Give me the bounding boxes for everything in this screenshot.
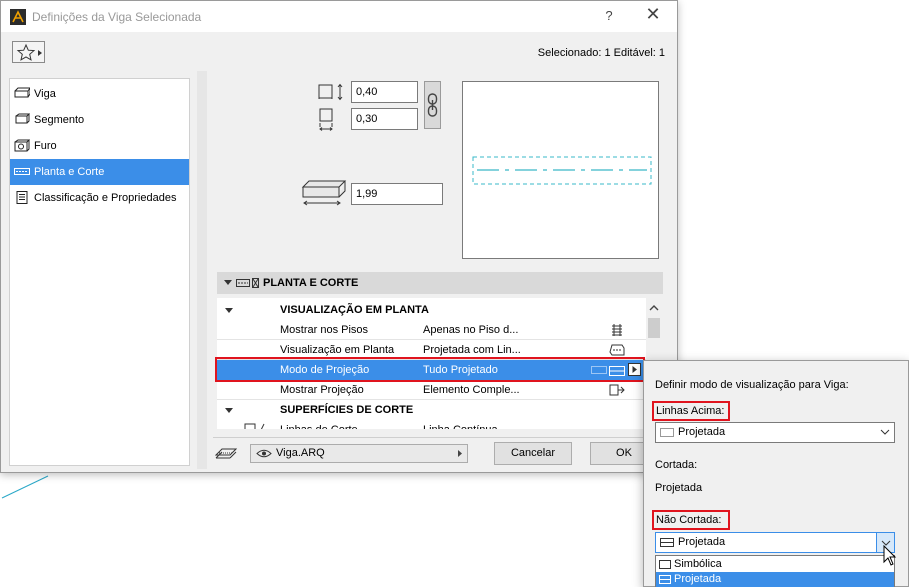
floor-plan-display-icon bbox=[609, 344, 625, 356]
nao-cortada-value: Projetada bbox=[678, 536, 726, 548]
projection-mode-popover: Definir modo de visualização para Viga: … bbox=[643, 360, 909, 587]
archicad-app-icon bbox=[10, 9, 26, 25]
nav-item-label: Classificação e Propriedades bbox=[34, 192, 177, 204]
mouse-cursor-icon bbox=[883, 545, 897, 566]
popover-title: Definir modo de visualização para Viga: bbox=[655, 379, 849, 391]
nav-item-viga[interactable]: Viga bbox=[10, 81, 189, 107]
group-superficies-de-corte[interactable]: SUPERFÍCIES DE CORTE bbox=[217, 400, 646, 420]
preview-drawing bbox=[472, 156, 652, 185]
symbolic-icon bbox=[659, 560, 671, 569]
linhas-acima-value: Projetada bbox=[678, 426, 726, 438]
nao-cortada-options-list: Simbólica Projetada bbox=[655, 555, 895, 587]
beam-height-input[interactable]: 0,40 bbox=[351, 81, 418, 103]
nav-item-planta-e-corte[interactable]: Planta e Corte bbox=[10, 159, 189, 185]
linhas-acima-select[interactable]: Projetada bbox=[655, 422, 895, 443]
selection-info: Selecionado: 1 Editável: 1 bbox=[537, 47, 665, 59]
dialog-title: Definições da Viga Selecionada bbox=[32, 10, 202, 24]
nao-cortada-label: Não Cortada: bbox=[656, 514, 722, 526]
option-simbolica[interactable]: Simbólica bbox=[656, 557, 894, 572]
projection-solid-icon bbox=[659, 575, 671, 584]
property-value: Elemento Comple... bbox=[423, 384, 520, 396]
beam-width-input[interactable]: 0,30 bbox=[351, 108, 418, 130]
nao-cortada-select[interactable]: Projetada bbox=[655, 532, 895, 553]
layers-icon bbox=[215, 448, 237, 459]
option-label: Projetada bbox=[674, 573, 722, 585]
beam-offset-input[interactable]: 1,99 bbox=[351, 183, 443, 205]
property-name: Mostrar Projeção bbox=[280, 384, 364, 396]
projection-dotted-icon bbox=[660, 428, 674, 437]
nav-item-segmento[interactable]: Segmento bbox=[10, 107, 189, 133]
cut-lines-icon bbox=[244, 423, 265, 429]
view-definition-select[interactable]: Viga.ARQ bbox=[250, 444, 468, 463]
view-definition-value: Viga.ARQ bbox=[276, 447, 325, 459]
footer-separator bbox=[213, 437, 665, 438]
settings-tree-panel: Viga Segmento Furo Planta e Corte Classi… bbox=[9, 78, 190, 466]
nav-item-label: Furo bbox=[34, 140, 57, 152]
property-name: Mostrar nos Pisos bbox=[280, 324, 369, 336]
document-icon bbox=[16, 191, 28, 204]
scroll-thumb[interactable] bbox=[648, 318, 660, 338]
cancel-button[interactable]: Cancelar bbox=[494, 442, 572, 465]
property-row[interactable]: Mostrar Projeção Elemento Comple... bbox=[217, 380, 646, 400]
favorites-button[interactable] bbox=[12, 41, 45, 63]
nav-item-furo[interactable]: Furo bbox=[10, 133, 189, 159]
cortada-label: Cortada: bbox=[655, 459, 698, 471]
show-on-stories-icon bbox=[612, 324, 622, 336]
chevron-right-icon bbox=[458, 450, 462, 457]
projection-solid-icon bbox=[660, 538, 674, 547]
section-header-label: PLANTA E CORTE bbox=[263, 277, 359, 289]
beam-offset-icon bbox=[301, 180, 347, 206]
highlight-projection-mode bbox=[215, 357, 645, 382]
property-value: Apenas no Piso d... bbox=[423, 324, 519, 336]
show-projection-icon bbox=[609, 384, 625, 396]
segment-icon bbox=[15, 113, 30, 124]
nav-item-label: Viga bbox=[34, 88, 56, 100]
group-label: SUPERFÍCIES DE CORTE bbox=[280, 404, 414, 416]
nav-item-label: Planta e Corte bbox=[34, 166, 105, 178]
beam-preview bbox=[462, 81, 659, 259]
scroll-up-icon[interactable] bbox=[649, 304, 659, 312]
link-dimensions-button[interactable] bbox=[424, 81, 441, 129]
title-bar: Definições da Viga Selecionada ? ✕ bbox=[1, 1, 677, 32]
property-row-partial[interactable]: Linhas de Corte Linha Contínua bbox=[217, 420, 646, 429]
chevron-down-icon bbox=[880, 429, 890, 435]
beam-width-icon bbox=[319, 108, 333, 131]
star-icon bbox=[16, 43, 42, 61]
cortada-value: Projetada bbox=[655, 482, 703, 494]
nav-item-label: Segmento bbox=[34, 114, 85, 126]
panel-splitter[interactable] bbox=[197, 71, 207, 469]
floor-plan-section-icon bbox=[14, 168, 30, 175]
collapse-triangle-icon bbox=[225, 408, 233, 413]
property-name: Linhas de Corte bbox=[280, 420, 358, 429]
beam-height-icon bbox=[318, 83, 343, 101]
beam-settings-dialog: Definições da Viga Selecionada ? ✕ Selec… bbox=[0, 0, 678, 473]
beam-icon bbox=[14, 87, 30, 98]
group-visualizacao-em-planta[interactable]: VISUALIZAÇÃO EM PLANTA bbox=[217, 300, 646, 320]
section-header-planta-e-corte[interactable]: PLANTA E CORTE bbox=[217, 272, 663, 294]
hole-icon bbox=[14, 139, 30, 152]
option-projetada[interactable]: Projetada bbox=[656, 572, 894, 587]
collapse-triangle-icon bbox=[225, 308, 233, 313]
property-row[interactable]: Mostrar nos Pisos Apenas no Piso d... bbox=[217, 320, 646, 340]
chain-link-icon bbox=[427, 93, 438, 117]
group-label: VISUALIZAÇÃO EM PLANTA bbox=[280, 304, 429, 316]
eye-icon bbox=[256, 449, 272, 458]
linhas-acima-label: Linhas Acima: bbox=[656, 405, 725, 417]
background-line bbox=[1, 475, 49, 499]
collapse-triangle-icon bbox=[224, 280, 232, 285]
nav-item-classificacao[interactable]: Classificação e Propriedades bbox=[10, 185, 189, 211]
floor-plan-section-icon bbox=[236, 278, 259, 288]
help-button[interactable]: ? bbox=[599, 8, 619, 23]
property-value: Linha Contínua bbox=[423, 420, 498, 429]
close-button[interactable]: ✕ bbox=[641, 4, 665, 25]
option-label: Simbólica bbox=[674, 558, 722, 570]
